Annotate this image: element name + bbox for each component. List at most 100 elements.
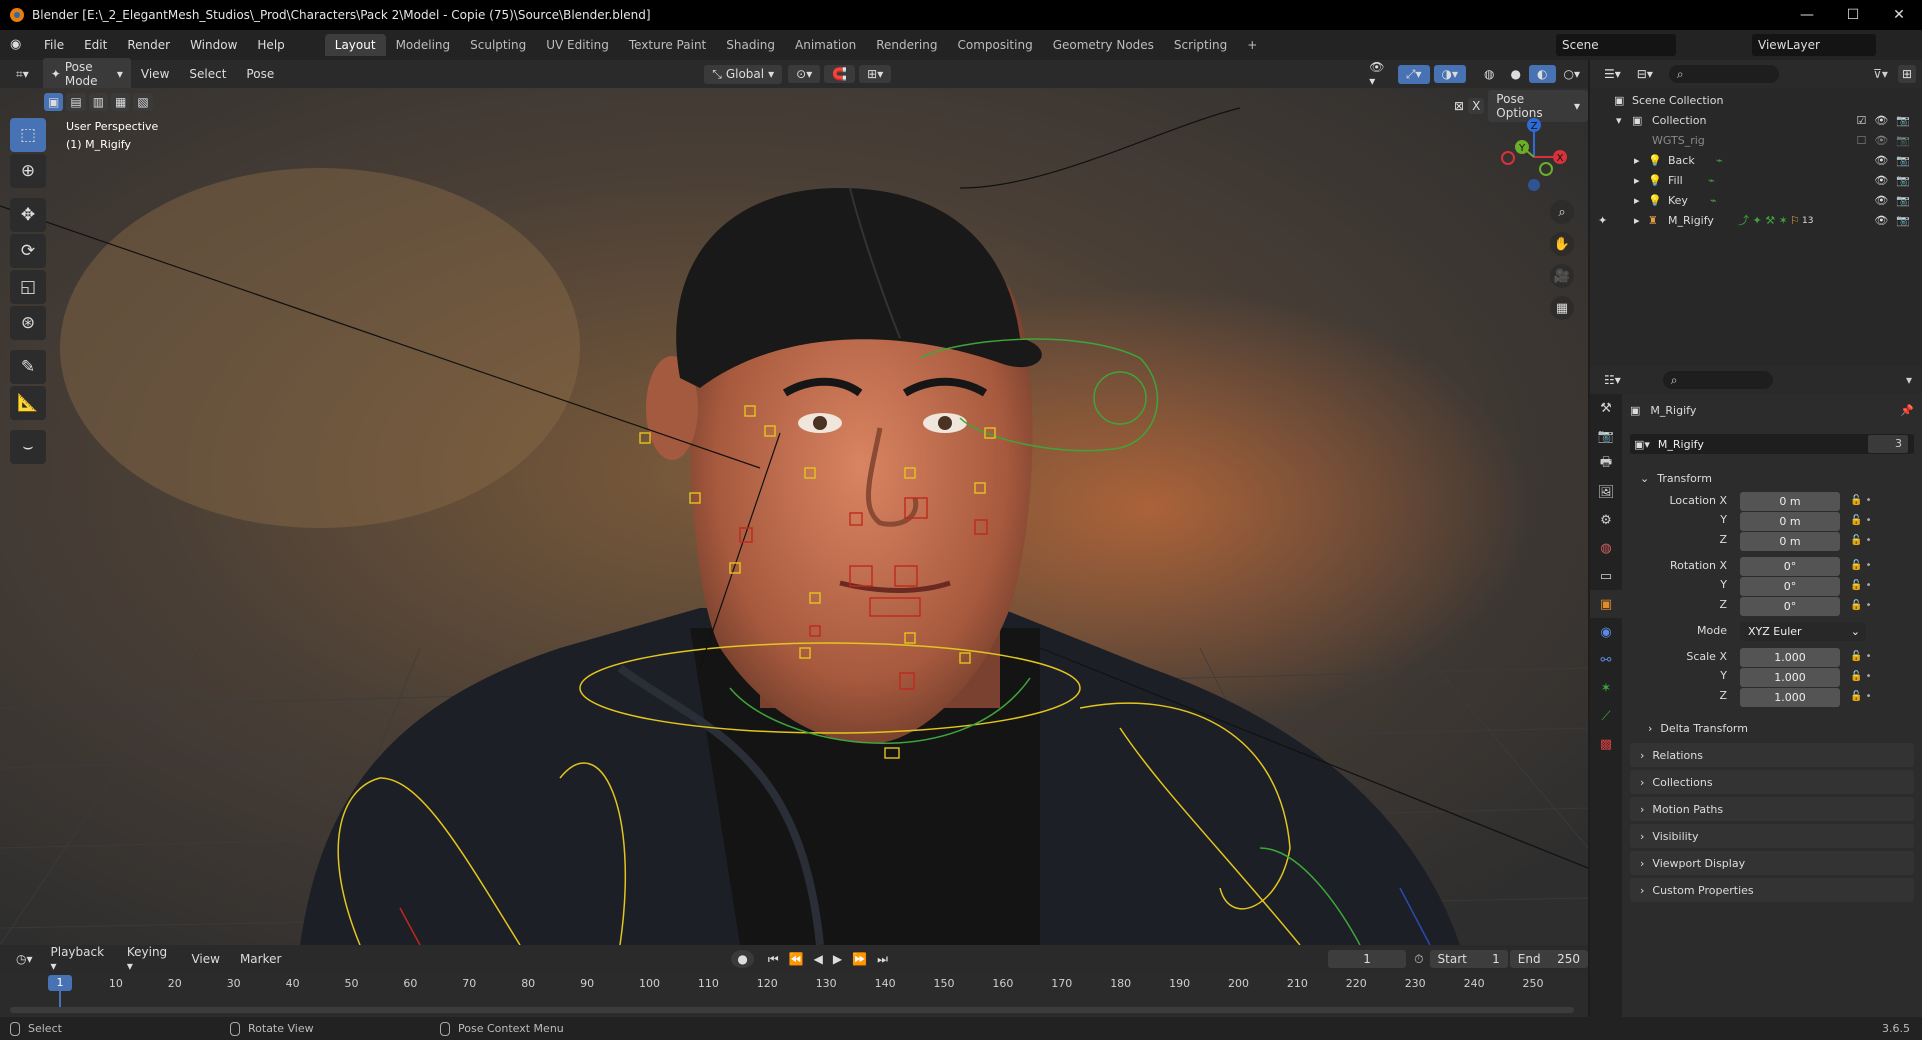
maximize-icon[interactable]: ☐: [1830, 7, 1876, 23]
measure-tool-icon[interactable]: 📐: [10, 386, 46, 420]
tab-uv-editing[interactable]: UV Editing: [536, 34, 619, 56]
eye-icon[interactable]: 👁: [1874, 214, 1888, 227]
snap-icon[interactable]: 🧲: [824, 65, 856, 83]
shading-wireframe-icon[interactable]: ◍: [1476, 65, 1502, 83]
outliner-row-wgts[interactable]: WGTS_rig ☐ 👁 📷: [1590, 130, 1922, 150]
properties-editor-type-icon[interactable]: ☷▾: [1596, 371, 1629, 389]
outliner-editor-type-icon[interactable]: ☰▾: [1596, 65, 1629, 83]
outliner-row-fill[interactable]: ▸ 💡 Fill ⌁ 👁 📷: [1590, 170, 1922, 190]
lock-icon[interactable]: 🔓 •: [1850, 495, 1872, 506]
view-layer-selector[interactable]: ViewLayer: [1752, 34, 1876, 56]
relations-panel-header[interactable]: › Relations: [1630, 743, 1914, 767]
checkbox-icon[interactable]: ☐: [1856, 134, 1866, 147]
gizmo-neg-z[interactable]: [1528, 179, 1540, 191]
prev-keyframe-icon[interactable]: ⏪: [789, 952, 804, 967]
select-invert-icon[interactable]: ▦: [111, 93, 131, 111]
jump-start-icon[interactable]: ⏮: [768, 952, 779, 967]
shading-rendered-icon[interactable]: ○▾: [1556, 65, 1589, 83]
scale-tool-icon[interactable]: ◱: [10, 270, 46, 304]
select-intersect-icon[interactable]: ▧: [133, 93, 153, 111]
pivot-icon[interactable]: ⊙▾: [788, 65, 821, 83]
close-icon[interactable]: ✕: [1876, 7, 1922, 23]
select-box-tool-icon[interactable]: ⬚: [10, 118, 46, 152]
display-mode-icon[interactable]: ⊟▾: [1629, 65, 1661, 83]
eye-icon[interactable]: 👁: [1874, 134, 1888, 147]
gizmo-neg-x[interactable]: [1501, 151, 1515, 165]
select-new-icon[interactable]: ▣: [44, 93, 64, 111]
camera-icon[interactable]: 📷: [1896, 174, 1910, 187]
new-collection-icon[interactable]: ⊞: [1897, 65, 1916, 83]
select-extend-icon[interactable]: ▤: [66, 93, 86, 111]
snap-target-icon[interactable]: ⊞▾: [859, 65, 892, 83]
end-frame-field[interactable]: End 250: [1509, 950, 1588, 968]
lock-icon[interactable]: 🔓 •: [1850, 515, 1872, 526]
relax-pose-tool-icon[interactable]: ⌣: [10, 430, 46, 464]
tab-rendering[interactable]: Rendering: [866, 34, 947, 56]
play-reverse-icon[interactable]: ◀: [814, 952, 823, 967]
select-subtract-icon[interactable]: ▥: [88, 93, 109, 111]
user-count[interactable]: 3: [1868, 435, 1908, 453]
collection-tab-icon[interactable]: ▭: [1590, 562, 1622, 590]
pin-icon[interactable]: 📌: [1900, 404, 1914, 417]
lock-icon[interactable]: 🔓 •: [1850, 691, 1872, 702]
physics-tab-icon[interactable]: ◉: [1590, 618, 1622, 646]
tab-scripting[interactable]: Scripting: [1164, 34, 1237, 56]
rotation-x-field[interactable]: 0°: [1740, 557, 1840, 576]
lock-icon[interactable]: 🔓 •: [1850, 580, 1872, 591]
timeline-menu-keying[interactable]: Keying ▾: [117, 945, 182, 973]
rotation-mode-dropdown[interactable]: XYZ Euler ⌄: [1740, 622, 1866, 641]
collections-panel-header[interactable]: › Collections: [1630, 770, 1914, 794]
timeline-menu-view[interactable]: View: [181, 952, 229, 966]
camera-icon[interactable]: 📷: [1896, 214, 1910, 227]
filter-icon[interactable]: ⊽▾: [1873, 67, 1888, 81]
rotation-z-field[interactable]: 0°: [1740, 597, 1840, 616]
tab-layout[interactable]: Layout: [324, 34, 386, 56]
camera-icon[interactable]: 📷: [1896, 154, 1910, 167]
timeline-editor-type-icon[interactable]: ◷▾: [8, 950, 41, 968]
playhead-frame-indicator[interactable]: 1: [48, 975, 72, 991]
visibility-panel-header[interactable]: › Visibility: [1630, 824, 1914, 848]
outliner-row-collection[interactable]: ▾ ▣ Collection ☑ 👁 📷: [1590, 110, 1922, 130]
tab-geometry-nodes[interactable]: Geometry Nodes: [1043, 34, 1164, 56]
checkbox-icon[interactable]: ☑: [1856, 114, 1866, 127]
location-z-field[interactable]: 0 m: [1740, 532, 1840, 551]
record-icon[interactable]: ●: [731, 950, 754, 968]
shading-material-icon[interactable]: ◐: [1529, 65, 1556, 83]
location-x-field[interactable]: 0 m: [1740, 492, 1840, 511]
blender-menu-icon[interactable]: ◉: [10, 37, 26, 53]
render-tab-icon[interactable]: 📷: [1590, 422, 1622, 450]
motion-paths-panel-header[interactable]: › Motion Paths: [1630, 797, 1914, 821]
zoom-icon[interactable]: ⌕: [1550, 200, 1574, 224]
timeline-scrollbar[interactable]: [10, 1007, 1574, 1013]
camera-icon[interactable]: 📷: [1896, 114, 1910, 127]
jump-end-icon[interactable]: ⏭: [877, 952, 888, 967]
armature-data-tab-icon[interactable]: ✶: [1590, 674, 1622, 702]
lock-icon[interactable]: 🔓 •: [1850, 651, 1872, 662]
menu-render[interactable]: Render: [117, 38, 180, 52]
preview-range-icon[interactable]: ⏱: [1414, 952, 1423, 967]
navigation-gizmo[interactable]: Z X Y: [1490, 113, 1570, 193]
rotate-tool-icon[interactable]: ⟳: [10, 234, 46, 268]
custom-properties-panel-header[interactable]: › Custom Properties: [1630, 878, 1914, 902]
ortho-grid-icon[interactable]: ▦: [1550, 296, 1574, 320]
constraints-tab-icon[interactable]: ⚯: [1590, 646, 1622, 674]
tab-compositing[interactable]: Compositing: [947, 34, 1042, 56]
tab-animation[interactable]: Animation: [785, 34, 866, 56]
eye-icon[interactable]: 👁: [1874, 194, 1888, 207]
lock-icon[interactable]: 🔓 •: [1850, 535, 1872, 546]
start-frame-field[interactable]: Start 1: [1429, 950, 1508, 968]
outliner-row-m-rigify[interactable]: ✦ ▸ ♜ M_Rigify ⤴ ✦ ⚒ ✶ ⚐ 13 👁 📷: [1590, 210, 1922, 230]
scene-selector[interactable]: Scene: [1556, 34, 1676, 56]
delta-transform-subpanel[interactable]: › Delta Transform: [1638, 716, 1914, 740]
shading-solid-icon[interactable]: ●: [1503, 65, 1529, 83]
viewport-menu-select[interactable]: Select: [179, 67, 236, 81]
expand-arrow-icon[interactable]: ▸: [1634, 194, 1640, 207]
lock-icon[interactable]: 🔓 •: [1850, 560, 1872, 571]
eye-icon[interactable]: 👁: [1874, 154, 1888, 167]
camera-icon[interactable]: 📷: [1896, 134, 1910, 147]
overlay-icon[interactable]: ◑▾: [1433, 65, 1467, 83]
properties-search-input[interactable]: ⌕: [1662, 371, 1773, 389]
bone-tab-icon[interactable]: ⟋: [1590, 702, 1622, 730]
tab-texture-paint[interactable]: Texture Paint: [619, 34, 716, 56]
viewport-menu-view[interactable]: View: [131, 67, 179, 81]
